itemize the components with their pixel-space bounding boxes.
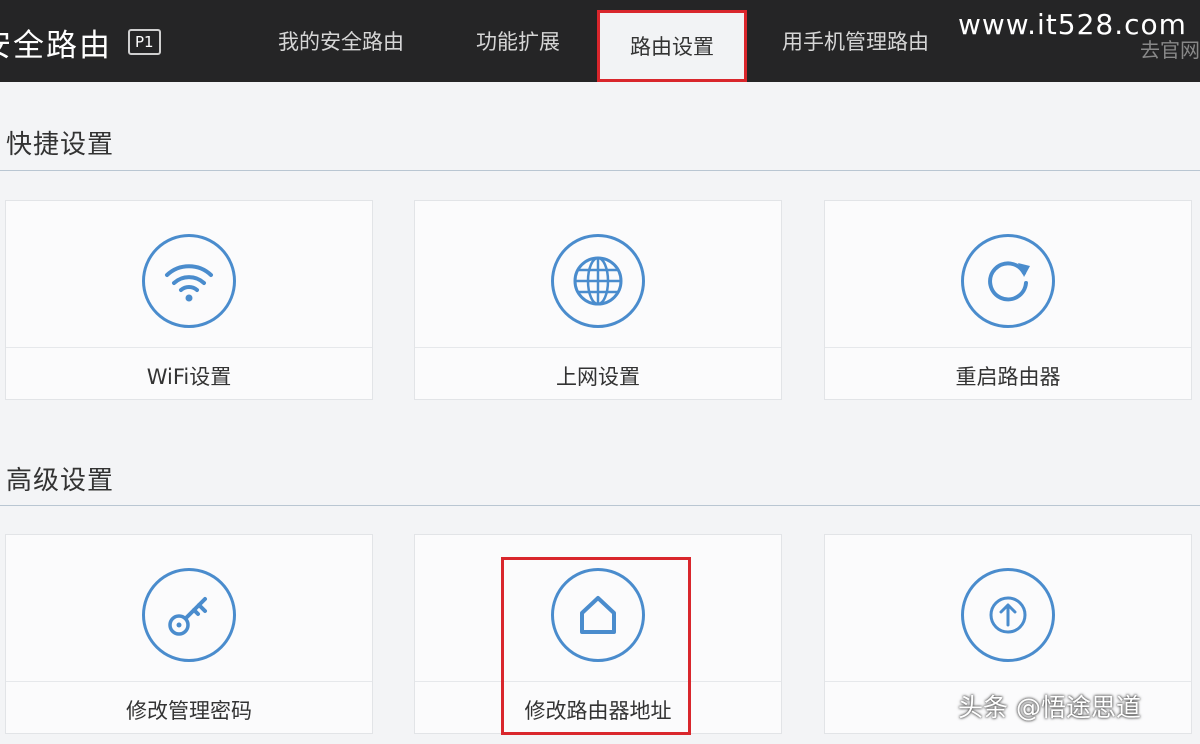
model-badge: P1: [128, 29, 161, 55]
brand: 安全路由 P1: [0, 22, 161, 64]
nav-extensions[interactable]: 功能扩展: [476, 26, 560, 56]
wifi-icon: [142, 234, 236, 328]
card-restart-router[interactable]: 重启路由器: [824, 200, 1192, 400]
nav-my-router[interactable]: 我的安全路由: [278, 26, 404, 56]
nav-router-settings[interactable]: 路由设置: [597, 10, 747, 82]
key-icon: [142, 568, 236, 662]
card-label: 修改路由器地址: [524, 699, 672, 723]
nav-router-settings-label: 路由设置: [630, 35, 714, 59]
card-internet-settings[interactable]: 上网设置: [414, 200, 782, 400]
card-divider: [415, 347, 781, 348]
card-change-admin-password[interactable]: 修改管理密码: [5, 534, 373, 734]
card-wifi-settings[interactable]: WiFi设置: [5, 200, 373, 400]
card-change-router-address[interactable]: 修改路由器地址: [414, 534, 782, 734]
restart-icon: [961, 234, 1055, 328]
section-title-quick-settings: 快捷设置: [6, 130, 115, 160]
upgrade-arrow-icon: [961, 568, 1055, 662]
card-label: 修改管理密码: [126, 699, 252, 723]
brand-title: 安全路由: [0, 27, 112, 64]
globe-icon: [551, 234, 645, 328]
site-watermark: www.it528.com: [958, 8, 1187, 41]
card-label: 重启路由器: [955, 365, 1061, 389]
nav-mobile-manage[interactable]: 用手机管理路由: [782, 26, 929, 56]
card-divider: [825, 681, 1191, 682]
section-divider: [0, 170, 1200, 171]
top-nav-bar: 安全路由 P1 我的安全路由 功能扩展 路由设置 用手机管理路由 去官网 www…: [0, 0, 1200, 82]
card-label: WiFi设置: [146, 365, 232, 389]
card-divider: [6, 347, 372, 348]
author-watermark: 头条 @悟途思道: [958, 693, 1141, 722]
section-divider: [0, 505, 1200, 506]
card-divider: [825, 347, 1191, 348]
card-divider: [6, 681, 372, 682]
home-icon: [551, 568, 645, 662]
card-divider: [415, 681, 781, 682]
card-label: 上网设置: [556, 365, 640, 389]
section-title-advanced-settings: 高级设置: [6, 466, 115, 496]
